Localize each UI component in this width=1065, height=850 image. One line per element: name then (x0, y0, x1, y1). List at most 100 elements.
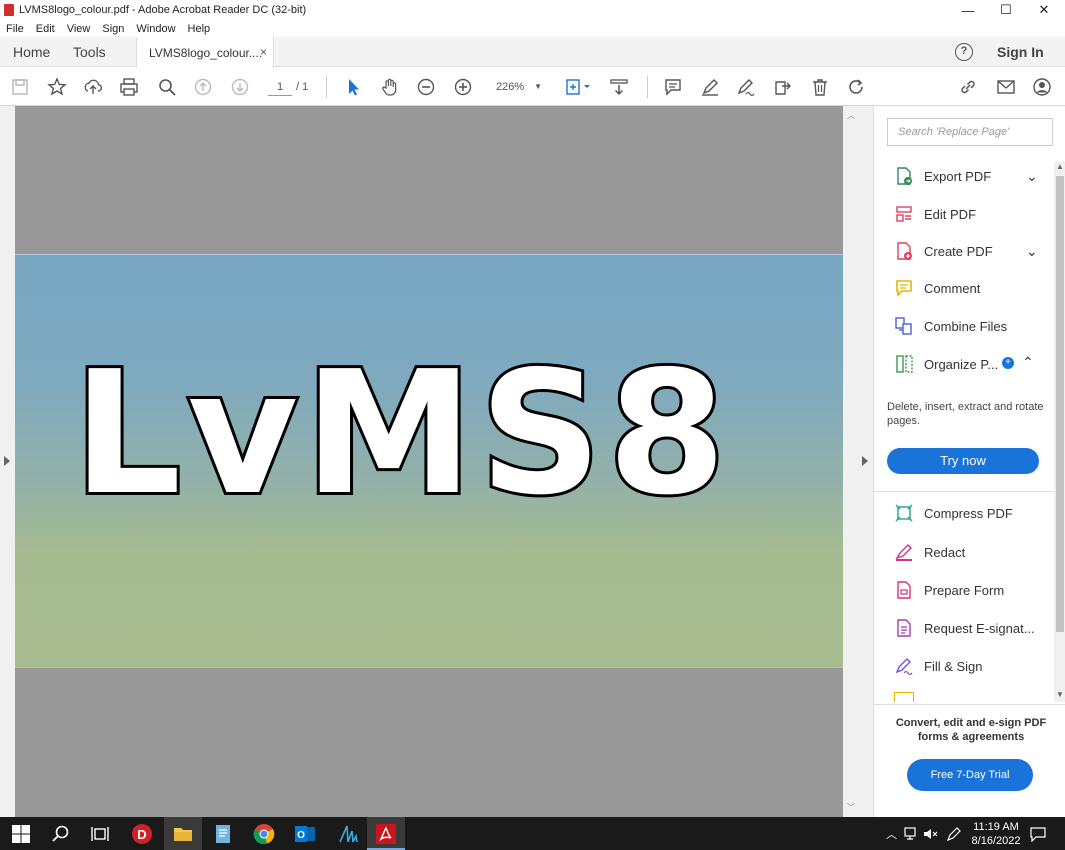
search-icon[interactable] (50, 823, 72, 845)
app-d-icon[interactable]: D (131, 823, 153, 845)
collapse-right-icon[interactable] (862, 456, 868, 466)
comment-icon[interactable] (662, 76, 684, 98)
page-total: / 1 (296, 81, 309, 93)
menu-help[interactable]: Help (188, 23, 211, 35)
pdf-page: LvMS8 (15, 254, 843, 668)
bookmark-star-icon[interactable] (46, 76, 68, 98)
volume-muted-icon[interactable] (923, 827, 939, 841)
tool-label: Comment (924, 280, 981, 296)
select-arrow-icon[interactable] (342, 76, 364, 98)
app-wave-icon[interactable] (337, 823, 359, 845)
close-tab-icon[interactable]: × (260, 45, 267, 59)
share-icon[interactable] (772, 76, 794, 98)
rotate-icon[interactable] (845, 76, 867, 98)
clock-time: 11:19 AM (973, 821, 1019, 833)
tray-chevron-icon[interactable]: ︿ (886, 826, 897, 842)
left-panel-toggle[interactable] (0, 106, 15, 817)
save-icon[interactable] (9, 76, 31, 98)
right-panel-toggle[interactable] (858, 106, 873, 817)
tool-combine-files[interactable]: Combine Files (894, 314, 1007, 338)
document-scrollbar[interactable]: ︿ ﹀ (843, 106, 858, 817)
previous-page-icon[interactable] (192, 76, 214, 98)
scroll-down-icon[interactable]: ▼ (1056, 690, 1064, 699)
acrobat-taskbar-icon[interactable] (375, 823, 397, 845)
free-trial-button[interactable]: Free 7-Day Trial (907, 759, 1033, 791)
redact-icon (895, 544, 912, 561)
pen-tray-icon[interactable] (946, 826, 962, 842)
scroll-mode-icon[interactable] (608, 76, 630, 98)
zoom-in-icon[interactable] (452, 76, 474, 98)
menu-file[interactable]: File (6, 23, 24, 35)
link-icon[interactable] (957, 76, 979, 98)
network-icon[interactable] (904, 827, 920, 841)
tool-label: Combine Files (924, 318, 1008, 334)
create-pdf-icon (897, 242, 912, 260)
prepare-form-icon (897, 581, 911, 599)
tool-comment[interactable]: Comment (894, 276, 980, 300)
toolbar-divider (647, 76, 648, 98)
menu-sign[interactable]: Sign (102, 23, 124, 35)
file-explorer-icon[interactable] (172, 823, 194, 845)
expand-left-icon[interactable] (4, 456, 10, 466)
plus-badge-icon[interactable]: + (1002, 357, 1014, 369)
tool-redact[interactable]: Redact (894, 540, 965, 564)
tool-export-pdf[interactable]: Export PDF ⌄ (894, 164, 1038, 188)
mail-icon[interactable] (995, 76, 1017, 98)
close-window-button[interactable]: ✕ (1025, 0, 1063, 20)
menu-window[interactable]: Window (136, 23, 175, 35)
title-bar: LVMS8logo_colour.pdf - Adobe Acrobat Rea… (0, 0, 1065, 20)
help-icon[interactable]: ? (955, 43, 973, 61)
upload-cloud-icon[interactable] (82, 76, 104, 98)
tab-document[interactable]: LVMS8logo_colour.... × (136, 37, 274, 68)
next-page-icon[interactable] (229, 76, 251, 98)
page-number-input[interactable]: 1 (268, 78, 292, 96)
minimize-button[interactable]: — (949, 0, 987, 20)
tool-next-cropped[interactable] (894, 692, 1052, 702)
clock[interactable]: 11:19 AM 8/16/2022 (968, 820, 1024, 848)
scroll-up-icon[interactable]: ▲ (1056, 162, 1064, 171)
hand-icon[interactable] (379, 76, 401, 98)
tools-search-input[interactable]: Search 'Replace Page' (887, 118, 1053, 146)
try-now-button[interactable]: Try now (887, 448, 1039, 474)
comment-tool-icon (896, 280, 912, 297)
menu-view[interactable]: View (67, 23, 91, 35)
tab-home[interactable]: Home (13, 37, 50, 67)
tool-label: Fill & Sign (924, 658, 983, 674)
tool-create-pdf[interactable]: Create PDF ⌄ (894, 239, 1038, 263)
task-view-icon[interactable] (89, 823, 111, 845)
zoom-out-icon[interactable] (415, 76, 437, 98)
chevron-down-icon[interactable]: ⌄ (1026, 243, 1038, 260)
menu-edit[interactable]: Edit (36, 23, 55, 35)
find-icon[interactable] (156, 76, 178, 98)
highlight-pen-icon[interactable] (699, 76, 721, 98)
sign-in-button[interactable]: Sign In (997, 37, 1044, 67)
fit-page-icon[interactable] (563, 76, 593, 98)
tool-fill-sign[interactable]: Fill & Sign (894, 654, 983, 678)
tool-compress-pdf[interactable]: Compress PDF (894, 501, 1013, 525)
tools-pane-scrollbar[interactable]: ▲ ▼ (1054, 162, 1065, 702)
tab-tools[interactable]: Tools (73, 37, 106, 67)
chrome-icon[interactable] (253, 823, 275, 845)
print-icon[interactable] (118, 76, 140, 98)
edit-pdf-icon (896, 206, 912, 222)
tool-prepare-form[interactable]: Prepare Form (894, 578, 1004, 602)
notifications-icon[interactable] (1030, 826, 1046, 842)
scrollbar-thumb[interactable] (1056, 176, 1064, 632)
delete-icon[interactable] (809, 76, 831, 98)
scroll-up-icon[interactable]: ︿ (847, 110, 855, 121)
notepad-icon[interactable] (212, 823, 234, 845)
account-icon[interactable] (1031, 76, 1053, 98)
scroll-down-icon[interactable]: ﹀ (847, 802, 855, 813)
tool-edit-pdf[interactable]: Edit PDF (894, 202, 976, 226)
chevron-up-icon[interactable]: ⌃ (1022, 354, 1034, 371)
outlook-icon[interactable]: O (294, 823, 316, 845)
tool-organize-pages[interactable]: Organize P... + ⌃ (894, 352, 1034, 376)
tool-request-esignatures[interactable]: Request E-signat... (894, 616, 1035, 640)
chevron-down-icon: ▼ (534, 82, 542, 91)
acrobat-app-icon (4, 4, 14, 16)
zoom-level-select[interactable]: 226% ▼ (488, 78, 544, 96)
maximize-button[interactable]: ☐ (987, 0, 1025, 20)
windows-start-icon[interactable] (10, 823, 32, 845)
sign-icon[interactable] (735, 76, 757, 98)
chevron-down-icon[interactable]: ⌄ (1026, 168, 1038, 185)
